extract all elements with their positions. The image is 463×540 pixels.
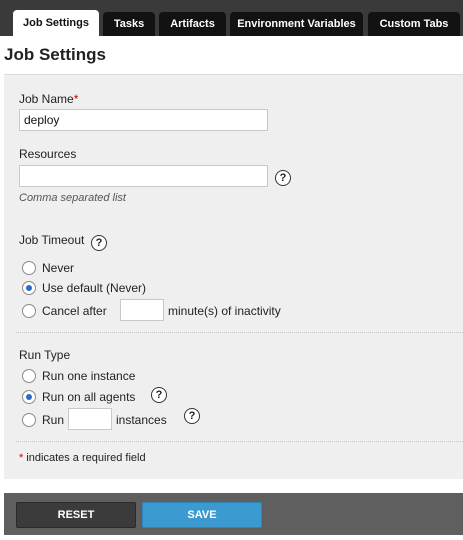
timeout-minutes-suffix: minute(s) of inactivity <box>168 304 281 318</box>
run-one-instance-label[interactable]: Run one instance <box>42 369 135 383</box>
required-note-text: indicates a required field <box>23 452 146 464</box>
run-all-agents-label[interactable]: Run on all agents <box>42 390 135 404</box>
section-divider <box>16 332 463 333</box>
tab-tasks[interactable]: Tasks <box>103 12 155 36</box>
required-mark: * <box>73 92 79 106</box>
run-instances-input[interactable] <box>68 408 112 430</box>
save-button[interactable]: SAVE <box>142 502 262 528</box>
form-actions-bar: RESET SAVE <box>4 493 463 535</box>
job-timeout-help-icon[interactable]: ? <box>91 235 107 251</box>
tab-artifacts[interactable]: Artifacts <box>159 12 226 36</box>
resources-input[interactable] <box>19 165 268 187</box>
section-divider <box>16 441 463 442</box>
resources-label: Resources <box>19 147 77 161</box>
timeout-use-default-label[interactable]: Use default (Never) <box>42 281 146 295</box>
run-all-agents-help-icon[interactable]: ? <box>151 387 167 403</box>
run-instances-suffix: instances <box>116 413 167 427</box>
run-one-instance-radio[interactable] <box>22 369 36 383</box>
tab-bar: Job Settings Tasks Artifacts Environment… <box>0 0 463 36</box>
timeout-cancel-after-radio[interactable] <box>22 304 36 318</box>
resources-help-icon[interactable]: ? <box>275 170 291 186</box>
run-instances-radio[interactable] <box>22 413 36 427</box>
job-name-label-text: Job Name <box>19 92 74 106</box>
job-settings-form: Job Name* Resources ? Comma separated li… <box>4 74 463 479</box>
timeout-never-label[interactable]: Never <box>42 261 74 275</box>
tab-environment-variables[interactable]: Environment Variables <box>230 12 363 36</box>
job-name-label: Job Name* <box>19 92 78 106</box>
job-timeout-label: Job Timeout <box>19 233 85 247</box>
timeout-minutes-input[interactable] <box>120 299 164 321</box>
required-field-note: * indicates a required field <box>19 452 146 464</box>
run-instances-label[interactable]: Run <box>42 413 64 427</box>
job-name-input[interactable] <box>19 109 268 131</box>
reset-button[interactable]: RESET <box>16 502 136 528</box>
page-title: Job Settings <box>4 45 107 64</box>
run-type-label: Run Type <box>19 348 71 362</box>
timeout-never-radio[interactable] <box>22 261 36 275</box>
tab-job-settings[interactable]: Job Settings <box>13 10 99 36</box>
timeout-cancel-after-label[interactable]: Cancel after <box>42 304 107 318</box>
resources-hint: Comma separated list <box>19 192 126 204</box>
run-all-agents-radio[interactable] <box>22 390 36 404</box>
tab-custom-tabs[interactable]: Custom Tabs <box>368 12 460 36</box>
run-instances-help-icon[interactable]: ? <box>184 408 200 424</box>
timeout-use-default-radio[interactable] <box>22 281 36 295</box>
